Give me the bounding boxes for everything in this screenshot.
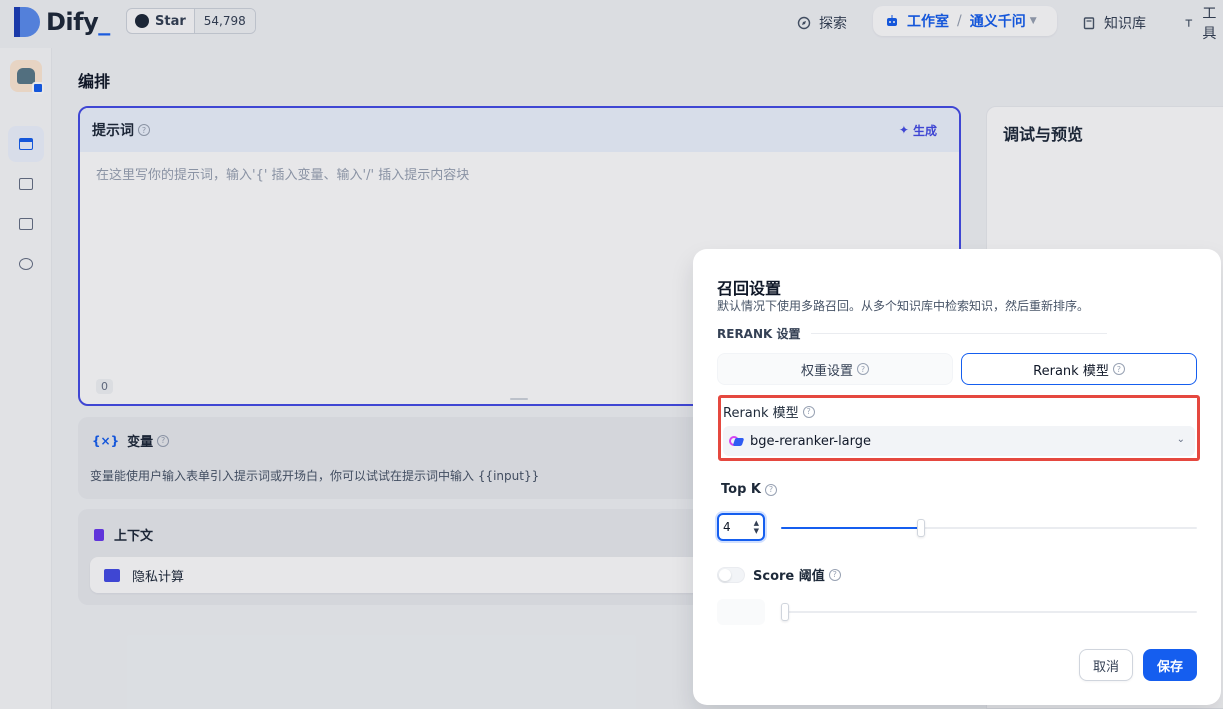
topk-slider-thumb[interactable] <box>917 519 925 537</box>
help-icon[interactable]: ? <box>1112 363 1125 375</box>
rerank-model-value: bge-reranker-large <box>750 433 872 449</box>
section-divider <box>810 333 1107 334</box>
rerank-model-select[interactable]: bge-reranker-large ⌄ <box>723 426 1195 456</box>
model-provider-icon <box>728 433 745 449</box>
modal-subtitle: 默认情况下使用多路召回。从多个知识库中检索知识，然后重新排序。 <box>717 299 1090 313</box>
score-threshold-input <box>717 599 765 625</box>
score-slider-thumb <box>781 603 789 621</box>
topk-input[interactable]: 4 ▲ ▼ <box>717 513 765 541</box>
topk-label: Top K <box>721 482 761 497</box>
rerank-section-header: RERANK 设置 <box>717 325 1107 342</box>
score-threshold-toggle[interactable] <box>717 566 745 583</box>
help-icon[interactable]: ? <box>764 483 777 496</box>
topk-slider[interactable] <box>781 519 1197 537</box>
rerank-model-label: Rerank 模型 <box>723 406 799 421</box>
chevron-down-icon: ⌄ <box>1176 434 1185 445</box>
retrieval-settings-modal: 召回设置 默认情况下使用多路召回。从多个知识库中检索知识，然后重新排序。 RER… <box>693 249 1221 705</box>
save-button[interactable]: 保存 <box>1143 649 1197 681</box>
rerank-section-label: RERANK 设置 <box>717 327 801 341</box>
tab-rerank-model[interactable]: Rerank 模型 ? <box>961 353 1197 385</box>
score-threshold-slider <box>781 603 1197 621</box>
topk-slider-fill <box>781 527 921 529</box>
help-icon[interactable]: ? <box>828 568 841 581</box>
tab-weight-label: 权重设置 <box>800 363 853 379</box>
topk-value: 4 <box>723 520 731 534</box>
tab-weight-settings[interactable]: 权重设置 ? <box>717 353 953 385</box>
modal-title: 召回设置 <box>717 279 782 298</box>
score-threshold-label: Score 阈值 <box>753 569 825 584</box>
tab-rerank-label: Rerank 模型 <box>1033 363 1109 379</box>
cancel-button[interactable]: 取消 <box>1079 649 1133 681</box>
rerank-model-highlight: Rerank 模型 ? bge-reranker-large ⌄ <box>718 395 1200 461</box>
stepper-icon[interactable]: ▲ ▼ <box>754 519 759 535</box>
help-icon[interactable]: ? <box>857 363 869 375</box>
help-icon[interactable]: ? <box>802 405 815 418</box>
